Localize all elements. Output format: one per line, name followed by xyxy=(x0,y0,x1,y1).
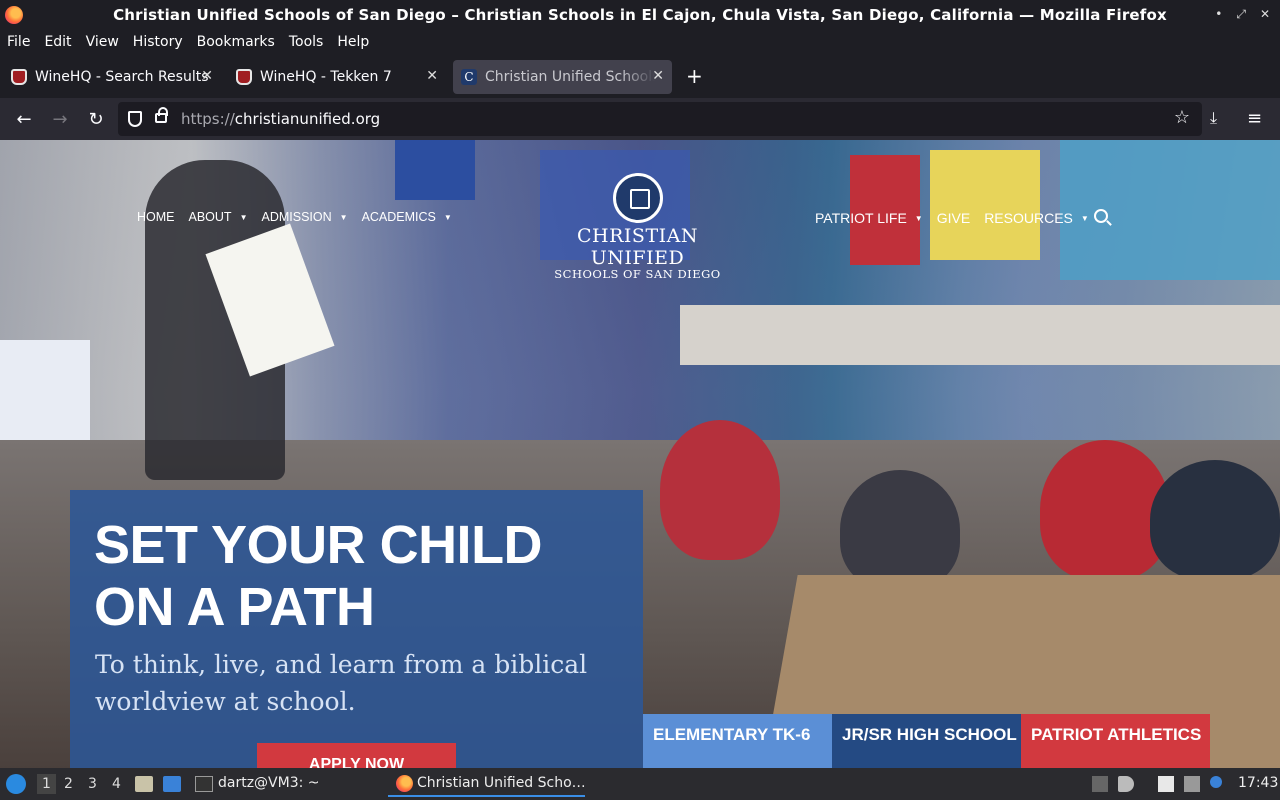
caret-down-icon: ▼ xyxy=(914,213,923,223)
network-icon[interactable] xyxy=(1184,776,1200,792)
site-logo[interactable]: CHRISTIAN UNIFIED SCHOOLS OF SAN DIEGO xyxy=(535,173,740,281)
wall-poster xyxy=(395,140,475,200)
workspace-2[interactable]: 2 xyxy=(64,776,73,792)
menu-history[interactable]: History xyxy=(133,34,183,50)
wall-poster xyxy=(930,150,1040,260)
tracking-protection-icon[interactable] xyxy=(128,111,142,127)
tab-label: WineHQ - Tekken 7 xyxy=(260,69,392,85)
school-seal-icon xyxy=(612,173,663,223)
bookmark-star-icon[interactable]: ☆ xyxy=(1174,107,1190,128)
logo-line2: SCHOOLS OF SAN DIEGO xyxy=(554,267,721,281)
downloads-icon[interactable]: ⤓ xyxy=(1210,108,1217,128)
winehq-icon xyxy=(11,69,27,85)
winehq-icon xyxy=(236,69,252,85)
tray-up-icon[interactable] xyxy=(1092,776,1108,792)
workspace-1[interactable]: 1 xyxy=(37,774,56,794)
menu-help[interactable]: Help xyxy=(337,34,369,50)
logo-line1: CHRISTIAN UNIFIED xyxy=(577,225,698,269)
clipboard-icon[interactable] xyxy=(1158,776,1174,792)
caret-down-icon: ▼ xyxy=(339,212,348,222)
nav-label: PATRIOT LIFE xyxy=(815,210,907,226)
search-icon[interactable] xyxy=(1094,209,1108,223)
nav-label: ABOUT xyxy=(188,210,232,224)
nav-label: HOME xyxy=(137,210,175,224)
nav-give[interactable]: GIVE xyxy=(937,210,970,226)
nav-patriot-life[interactable]: PATRIOT LIFE ▼ xyxy=(815,210,923,226)
window-title: Christian Unified Schools of San Diego –… xyxy=(113,6,1167,24)
navigation-bar: ← → ↻ https://christianunified.org ☆ xyxy=(0,98,1280,140)
reload-button[interactable]: ↻ xyxy=(84,108,108,130)
terminal-task[interactable]: dartz@VM3: ~ xyxy=(218,775,320,791)
close-tab-icon[interactable]: ✕ xyxy=(201,68,213,84)
firefox-task-label[interactable]: Christian Unified Scho… xyxy=(417,775,586,791)
site-nav-left: HOME ABOUT ▼ ADMISSION ▼ ACADEMICS ▼ xyxy=(137,210,466,224)
nav-label: RESOURCES xyxy=(984,210,1073,226)
tab-bar: WineHQ - Search Results ✕ WineHQ - Tekke… xyxy=(0,54,1280,98)
url-protocol: https:// xyxy=(181,110,235,128)
close-tab-icon[interactable]: ✕ xyxy=(426,68,438,84)
forward-button[interactable]: → xyxy=(48,108,72,130)
hero-heading: SET YOUR CHILD ON A PATH xyxy=(94,515,543,637)
tab-winehq-tekken[interactable]: WineHQ - Tekken 7 ✕ xyxy=(228,60,446,94)
workspace-3[interactable]: 3 xyxy=(88,776,97,792)
url-text[interactable]: https://christianunified.org xyxy=(181,110,380,128)
caret-down-icon: ▼ xyxy=(239,212,248,222)
clock: 17:43 xyxy=(1238,775,1279,791)
nav-label: ACADEMICS xyxy=(361,210,436,224)
url-host: christianunified.org xyxy=(234,110,381,128)
shelves xyxy=(680,305,1280,365)
hero-panel: SET YOUR CHILD ON A PATH To think, live,… xyxy=(70,490,643,768)
terminal-icon[interactable] xyxy=(195,776,213,792)
caret-down-icon: ▼ xyxy=(443,212,452,222)
maximize-button[interactable]: ⤢ xyxy=(1236,7,1246,22)
app-menu-icon[interactable]: ≡ xyxy=(1247,108,1262,129)
nav-academics[interactable]: ACADEMICS ▼ xyxy=(362,210,452,224)
menu-bookmarks[interactable]: Bookmarks xyxy=(197,34,275,50)
student xyxy=(840,470,960,590)
file-manager-icon[interactable] xyxy=(135,776,153,792)
url-bar[interactable]: https://christianunified.org ☆ xyxy=(118,102,1202,136)
close-window-button[interactable]: ✕ xyxy=(1260,7,1270,22)
window-controls: • ⤢ ✕ xyxy=(1215,7,1270,22)
desktop-icon[interactable] xyxy=(163,776,181,792)
student xyxy=(660,420,780,560)
elementary-link[interactable]: ELEMENTARY TK-6 xyxy=(643,714,832,768)
tab-label: Christian Unified Schools of San Diego xyxy=(485,69,655,85)
back-button[interactable]: ← xyxy=(12,108,36,130)
nav-label: GIVE xyxy=(936,210,971,226)
webpage: HOME ABOUT ▼ ADMISSION ▼ ACADEMICS ▼ CHRIST… xyxy=(0,140,1280,768)
jr-sr-high-link[interactable]: JR/SR HIGH SCHOOL xyxy=(832,714,1021,768)
caret-down-icon: ▼ xyxy=(1080,213,1089,223)
workspace-4[interactable]: 4 xyxy=(112,776,121,792)
hero-subheading: To think, live, and learn from a biblica… xyxy=(95,650,588,716)
menu-view[interactable]: View xyxy=(86,34,119,50)
nav-home[interactable]: HOME xyxy=(137,210,175,224)
firefox-icon xyxy=(396,775,413,792)
nav-admission[interactable]: ADMISSION ▼ xyxy=(261,210,347,224)
patriot-athletics-link[interactable]: PATRIOT ATHLETICS xyxy=(1021,714,1210,768)
close-tab-icon[interactable]: ✕ xyxy=(652,68,664,84)
tab-christian-unified[interactable]: C Christian Unified Schools of San Diego… xyxy=(453,60,672,94)
student xyxy=(1150,460,1280,580)
apply-now-button[interactable]: APPLY NOW xyxy=(257,743,456,768)
nav-about[interactable]: ABOUT ▼ xyxy=(189,210,248,224)
christian-unified-icon: C xyxy=(461,69,477,85)
menu-tools[interactable]: Tools xyxy=(289,34,324,50)
nav-label: ADMISSION xyxy=(261,210,332,224)
menu-edit[interactable]: Edit xyxy=(44,34,71,50)
lock-icon[interactable] xyxy=(155,107,168,123)
menu-file[interactable]: File xyxy=(7,34,30,50)
nav-resources[interactable]: RESOURCES ▼ xyxy=(984,210,1089,226)
site-nav-right: PATRIOT LIFE ▼ GIVE RESOURCES ▼ xyxy=(815,210,1103,226)
start-menu-icon[interactable] xyxy=(6,774,26,794)
notification-icon[interactable] xyxy=(1210,776,1222,788)
new-tab-button[interactable]: + xyxy=(686,64,703,88)
volume-icon[interactable] xyxy=(1118,776,1134,792)
minimize-button[interactable]: • xyxy=(1215,7,1222,22)
tab-label: WineHQ - Search Results xyxy=(35,69,209,85)
tab-winehq-search[interactable]: WineHQ - Search Results ✕ xyxy=(3,60,221,94)
taskbar: 1 2 3 4 dartz@VM3: ~ Christian Unified S… xyxy=(0,768,1280,800)
title-bar: Christian Unified Schools of San Diego –… xyxy=(0,0,1280,30)
menu-bar: File Edit View History Bookmarks Tools H… xyxy=(0,30,1280,54)
